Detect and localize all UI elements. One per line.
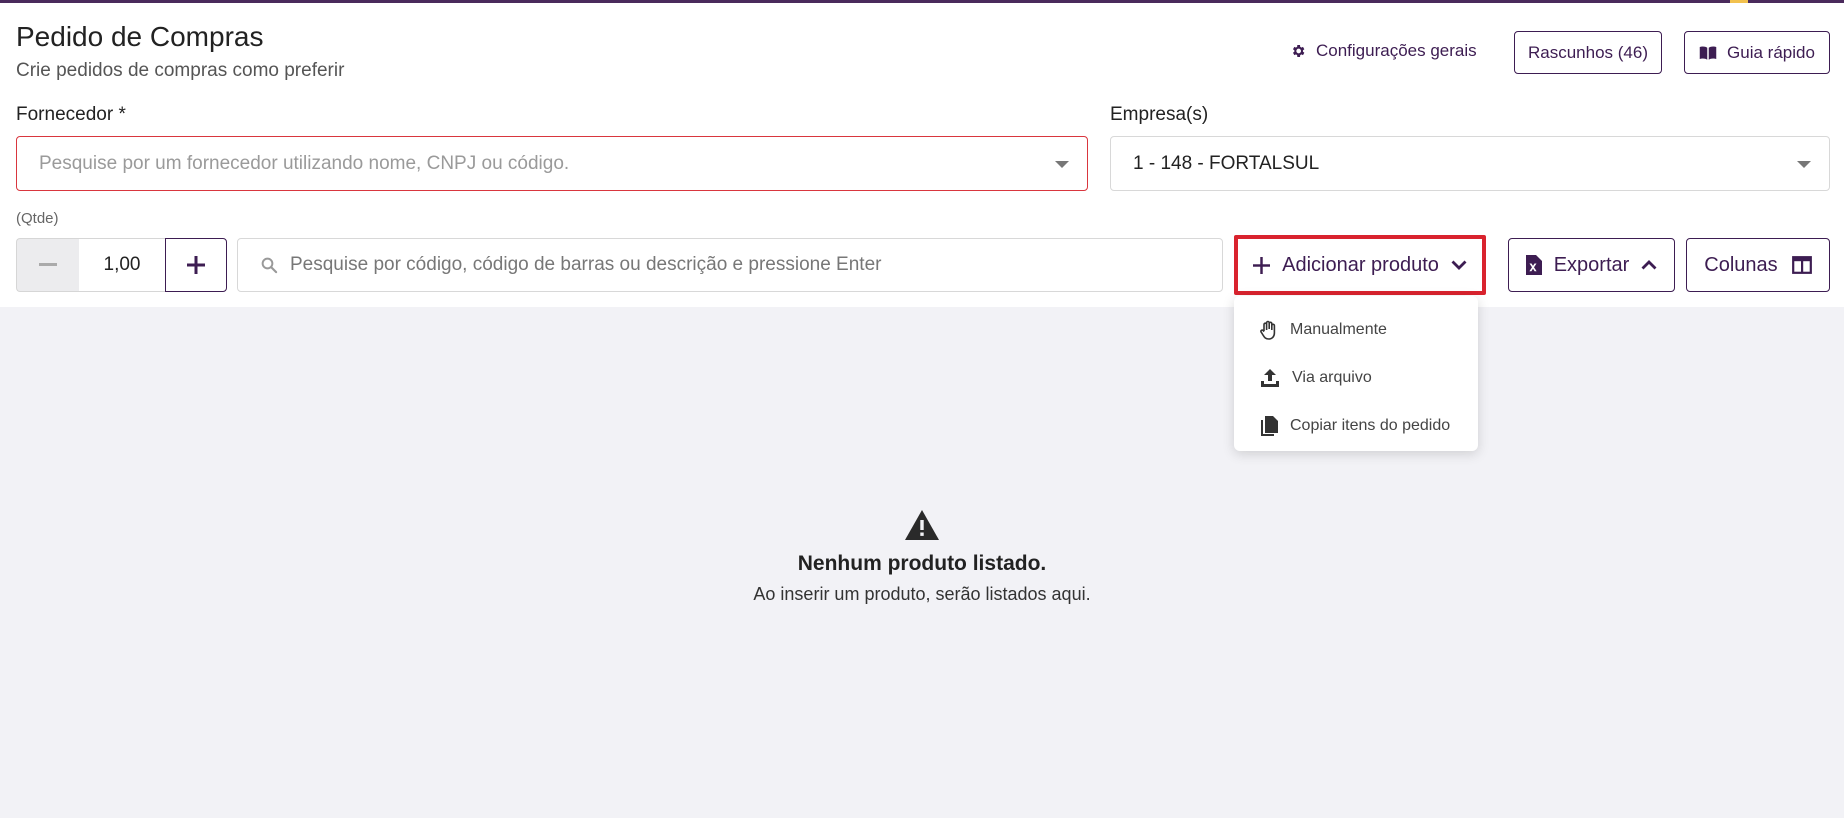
settings-label: Configurações gerais <box>1316 41 1477 60</box>
gear-icon <box>1293 45 1305 57</box>
columns-button[interactable]: Colunas <box>1686 238 1830 292</box>
minus-icon <box>39 263 57 266</box>
increment-button[interactable] <box>165 238 227 292</box>
menu-item-manual[interactable]: Manualmente <box>1234 306 1478 354</box>
warning-icon <box>905 510 939 540</box>
plus-icon <box>1253 256 1271 274</box>
add-product-button[interactable]: Adicionar produto <box>1234 235 1486 295</box>
supplier-select[interactable]: Pesquise por um fornecedor utilizando no… <box>16 136 1088 191</box>
settings-button[interactable]: Configurações gerais <box>1290 35 1477 67</box>
book-icon <box>1699 46 1717 60</box>
menu-item-label: Copiar itens do pedido <box>1290 417 1451 434</box>
export-label: Exportar <box>1553 253 1630 276</box>
columns-icon <box>1791 256 1812 274</box>
quantity-value[interactable]: 1,00 <box>79 238 165 292</box>
export-button[interactable]: Exportar <box>1508 238 1675 292</box>
add-product-menu: Manualmente Via arquivo Copiar itens do … <box>1234 296 1478 451</box>
supplier-label: Fornecedor * <box>16 104 126 125</box>
chevron-up-icon <box>1641 260 1657 270</box>
empty-state-title: Nenhum produto listado. <box>797 552 1047 575</box>
drafts-label: Rascunhos (46) <box>1527 42 1648 62</box>
empty-state-message: Ao inserir um produto, serão listados aq… <box>753 584 1091 604</box>
caret-down-icon <box>1797 161 1811 168</box>
hand-icon <box>1260 320 1276 340</box>
columns-label: Colunas <box>1704 253 1778 276</box>
quantity-label: (Qtde) <box>16 210 59 227</box>
upload-icon <box>1261 369 1279 387</box>
quick-guide-button[interactable]: Guia rápido <box>1684 31 1830 74</box>
page-title: Pedido de Compras <box>16 21 264 52</box>
excel-file-icon <box>1525 255 1542 275</box>
plus-icon <box>187 256 205 274</box>
menu-item-label: Manualmente <box>1290 321 1387 338</box>
quantity-stepper: 1,00 <box>16 238 227 292</box>
menu-item-file[interactable]: Via arquivo <box>1234 354 1478 402</box>
supplier-placeholder: Pesquise por um fornecedor utilizando no… <box>39 152 570 174</box>
company-select[interactable]: 1 - 148 - FORTALSUL <box>1110 136 1830 191</box>
drafts-button[interactable]: Rascunhos (46) <box>1514 31 1662 74</box>
add-product-label: Adicionar produto <box>1282 253 1439 276</box>
decrement-button[interactable] <box>16 238 79 292</box>
chevron-down-icon <box>1451 260 1467 270</box>
empty-state: Nenhum produto listado. Ao inserir um pr… <box>0 510 1844 605</box>
quick-guide-label: Guia rápido <box>1727 42 1815 62</box>
menu-item-label: Via arquivo <box>1292 369 1372 386</box>
company-label: Empresa(s) <box>1110 104 1209 125</box>
copy-icon <box>1261 416 1278 436</box>
menu-item-copy[interactable]: Copiar itens do pedido <box>1234 402 1478 450</box>
search-icon <box>261 257 278 274</box>
product-search-input[interactable] <box>290 254 1210 276</box>
product-search-box <box>237 238 1223 292</box>
company-value: 1 - 148 - FORTALSUL <box>1133 152 1320 174</box>
form-panel: Pedido de Compras Crie pedidos de compra… <box>0 3 1844 307</box>
page-subtitle: Crie pedidos de compras como preferir <box>16 60 345 81</box>
caret-down-icon <box>1055 161 1069 168</box>
